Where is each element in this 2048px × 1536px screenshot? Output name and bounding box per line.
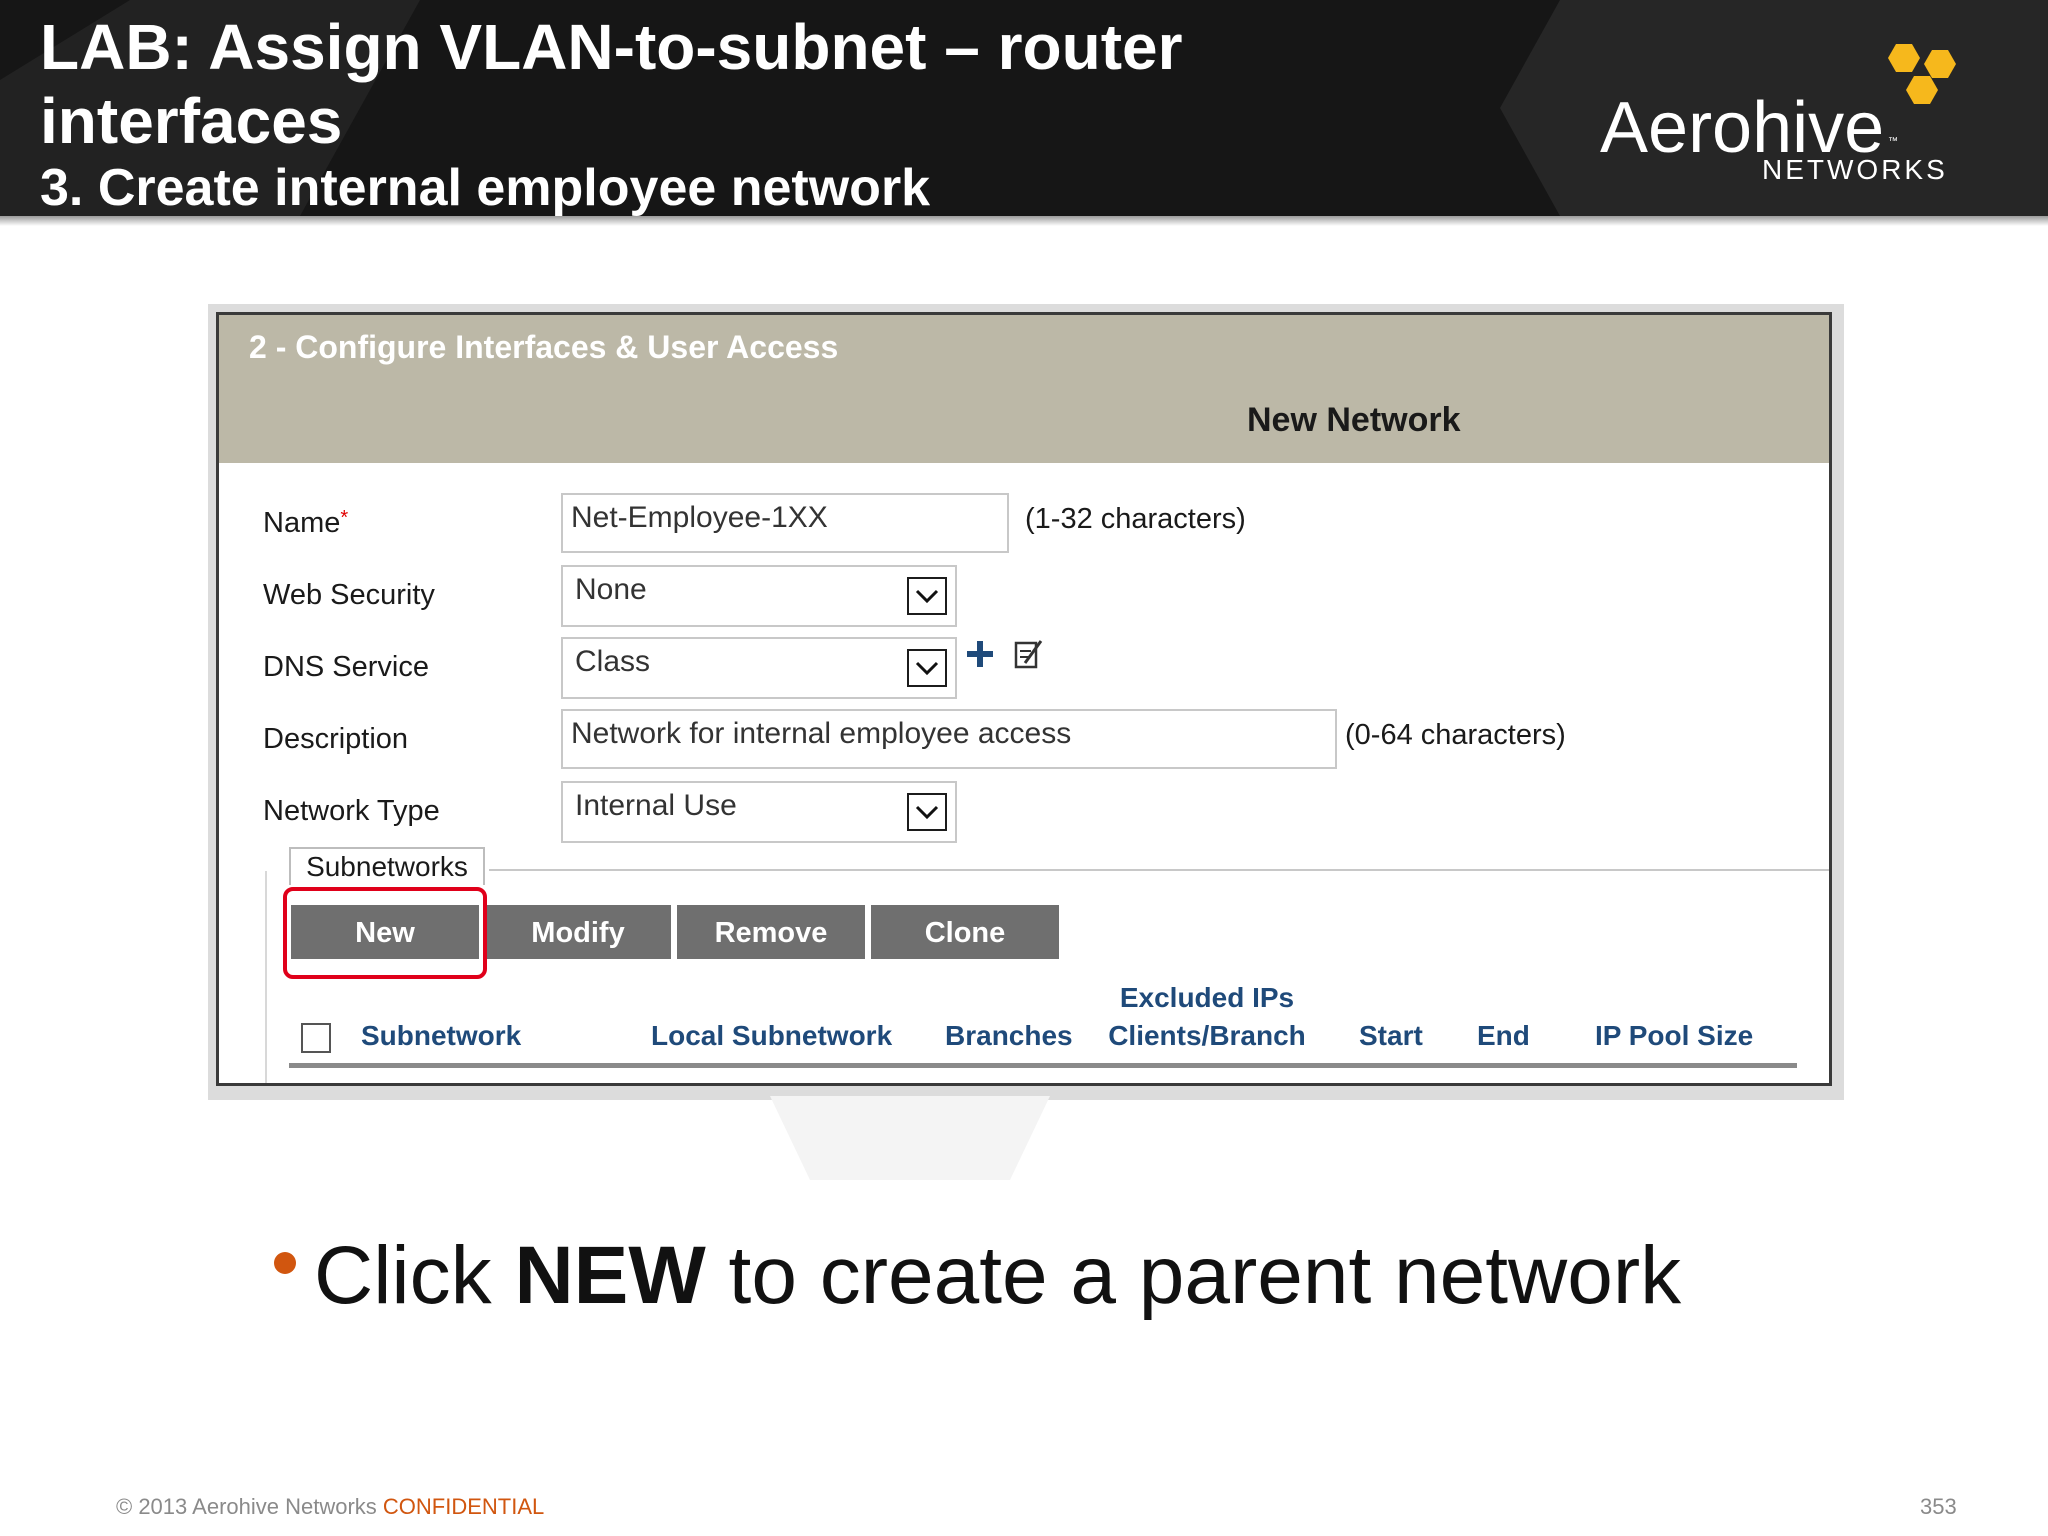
- column-subnetwork[interactable]: Subnetwork: [361, 1017, 521, 1055]
- page-number: 353: [1920, 1494, 1957, 1519]
- subnetworks-divider: [489, 869, 1829, 871]
- footer-copyright: © 2013 Aerohive Networks CONFIDENTIAL: [116, 1494, 544, 1520]
- web-security-select[interactable]: None: [561, 565, 957, 627]
- logo-trademark: ™: [1888, 136, 1898, 147]
- subnetworks-border: [265, 871, 267, 1083]
- dns-service-label: DNS Service: [263, 651, 429, 683]
- dns-service-select[interactable]: Class: [561, 637, 957, 699]
- clone-button[interactable]: Clone: [871, 905, 1059, 959]
- bullet-text-emphasis: NEW: [514, 1230, 706, 1321]
- slide-title: LAB: Assign VLAN-to-subnet – router inte…: [40, 11, 1183, 157]
- bullet-text-after: to create a parent network: [705, 1230, 1682, 1321]
- subnetworks-tab[interactable]: Subnetworks: [289, 847, 485, 885]
- name-label-text: Name: [263, 507, 341, 539]
- header-shadow: [0, 216, 2048, 226]
- confidential-label: CONFIDENTIAL: [382, 1494, 545, 1519]
- hexagon-logo-icon: [1888, 44, 1956, 104]
- network-type-value: Internal Use: [575, 789, 737, 822]
- column-local-subnetwork[interactable]: Local Subnetwork: [651, 1017, 892, 1055]
- column-end[interactable]: End: [1477, 1017, 1530, 1055]
- logo-subtext: NETWORKS: [1762, 154, 1948, 185]
- chevron-down-icon[interactable]: [907, 649, 947, 687]
- hexagon-watermark-icon: [770, 1096, 1050, 1180]
- dns-service-value: Class: [575, 645, 651, 678]
- plus-icon[interactable]: [965, 639, 995, 669]
- bullet-text: Click NEW to create a parent network: [314, 1228, 1681, 1324]
- panel-header: 2 - Configure Interfaces & User Access N…: [219, 315, 1829, 463]
- web-security-label: Web Security: [263, 579, 435, 611]
- step-title: 2 - Configure Interfaces & User Access: [249, 329, 839, 365]
- aerohive-logo: Aerohive ™ NETWORKS: [1590, 30, 1990, 200]
- column-branches[interactable]: Branches: [945, 1017, 1073, 1055]
- table-header-rule: [289, 1063, 1797, 1068]
- web-security-value: None: [575, 573, 647, 606]
- network-type-select[interactable]: Internal Use: [561, 781, 957, 843]
- remove-button[interactable]: Remove: [677, 905, 865, 959]
- slide-subtitle: 3. Create internal employee network: [40, 159, 931, 216]
- column-start[interactable]: Start: [1359, 1017, 1423, 1055]
- new-network-panel: 2 - Configure Interfaces & User Access N…: [216, 312, 1832, 1086]
- bullet-text-before: Click: [314, 1230, 515, 1321]
- bullet-dot: [274, 1252, 296, 1274]
- network-type-label: Network Type: [263, 795, 440, 827]
- description-hint: (0-64 characters): [1345, 719, 1566, 751]
- copyright-text: © 2013 Aerohive Networks: [116, 1494, 383, 1519]
- column-excluded-ips[interactable]: Excluded IPs: [1109, 979, 1305, 1017]
- column-ip-pool-size[interactable]: IP Pool Size: [1595, 1017, 1753, 1055]
- select-all-checkbox[interactable]: [301, 1023, 331, 1053]
- chevron-down-icon[interactable]: [907, 577, 947, 615]
- column-clients-branch[interactable]: Clients/Branch: [1101, 1017, 1313, 1055]
- name-label: Name*: [263, 507, 348, 540]
- description-input[interactable]: Network for internal employee access: [561, 709, 1337, 769]
- name-hint: (1-32 characters): [1025, 503, 1246, 535]
- new-button-highlight: [283, 887, 487, 979]
- name-input[interactable]: Net-Employee-1XX: [561, 493, 1009, 553]
- required-marker: *: [340, 507, 349, 529]
- edit-icon[interactable]: [1013, 637, 1045, 671]
- chevron-down-icon[interactable]: [907, 793, 947, 831]
- slide-header: LAB: Assign VLAN-to-subnet – router inte…: [0, 0, 2048, 216]
- form-title: New Network: [1247, 401, 1461, 439]
- description-label: Description: [263, 723, 409, 755]
- modify-button[interactable]: Modify: [485, 905, 671, 959]
